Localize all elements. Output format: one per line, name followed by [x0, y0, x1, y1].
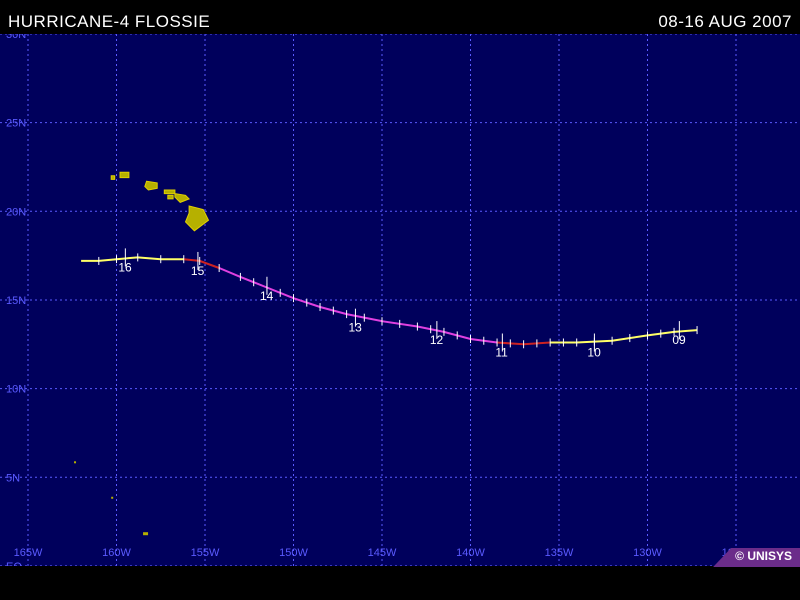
storm-title: HURRICANE-4 FLOSSIE	[8, 12, 211, 31]
island-speck	[143, 532, 149, 536]
island-niihau	[110, 175, 116, 180]
day-label-12: 12	[430, 333, 444, 347]
day-label-11: 11	[495, 346, 508, 360]
lat-label: 20N	[6, 206, 26, 218]
island-speck	[74, 461, 77, 464]
lon-label: 145W	[368, 547, 397, 559]
day-label-10: 10	[587, 346, 601, 360]
lon-label: 140W	[456, 547, 485, 559]
track-segment-tropical-storm	[81, 256, 184, 262]
lat-label: 30N	[6, 34, 26, 41]
island-oahu	[144, 180, 158, 191]
day-label-14: 14	[260, 289, 274, 303]
lon-label: 155W	[191, 547, 220, 559]
footer-bar	[0, 566, 800, 600]
lat-label: 5N	[6, 472, 20, 484]
day-label-09: 09	[672, 333, 686, 347]
island-kauai	[119, 171, 130, 179]
lon-label: 135W	[545, 547, 574, 559]
island-lanai	[167, 194, 174, 200]
lon-label: 165W	[14, 547, 43, 559]
lon-label: 160W	[102, 547, 131, 559]
header-bar: HURRICANE-4 FLOSSIE 08-16 AUG 2007	[0, 0, 800, 34]
date-range: 08-16 AUG 2007	[658, 12, 792, 31]
island-molokai	[163, 189, 176, 195]
map-canvas[interactable]: 165W160W155W150W145W140W135W130W125W30N2…	[0, 29, 800, 573]
map-area[interactable]: 165W160W155W150W145W140W135W130W125W30N2…	[0, 29, 800, 573]
lon-label: 150W	[279, 547, 308, 559]
lon-label: 130W	[633, 547, 662, 559]
island-maui	[174, 193, 190, 203]
day-label-15: 15	[191, 264, 205, 278]
lat-label: 15N	[6, 295, 26, 307]
lat-label: 25N	[6, 118, 26, 130]
island-speck	[111, 496, 114, 499]
day-label-13: 13	[348, 321, 362, 335]
day-label-16: 16	[118, 260, 132, 274]
lat-label: 10N	[6, 384, 26, 396]
